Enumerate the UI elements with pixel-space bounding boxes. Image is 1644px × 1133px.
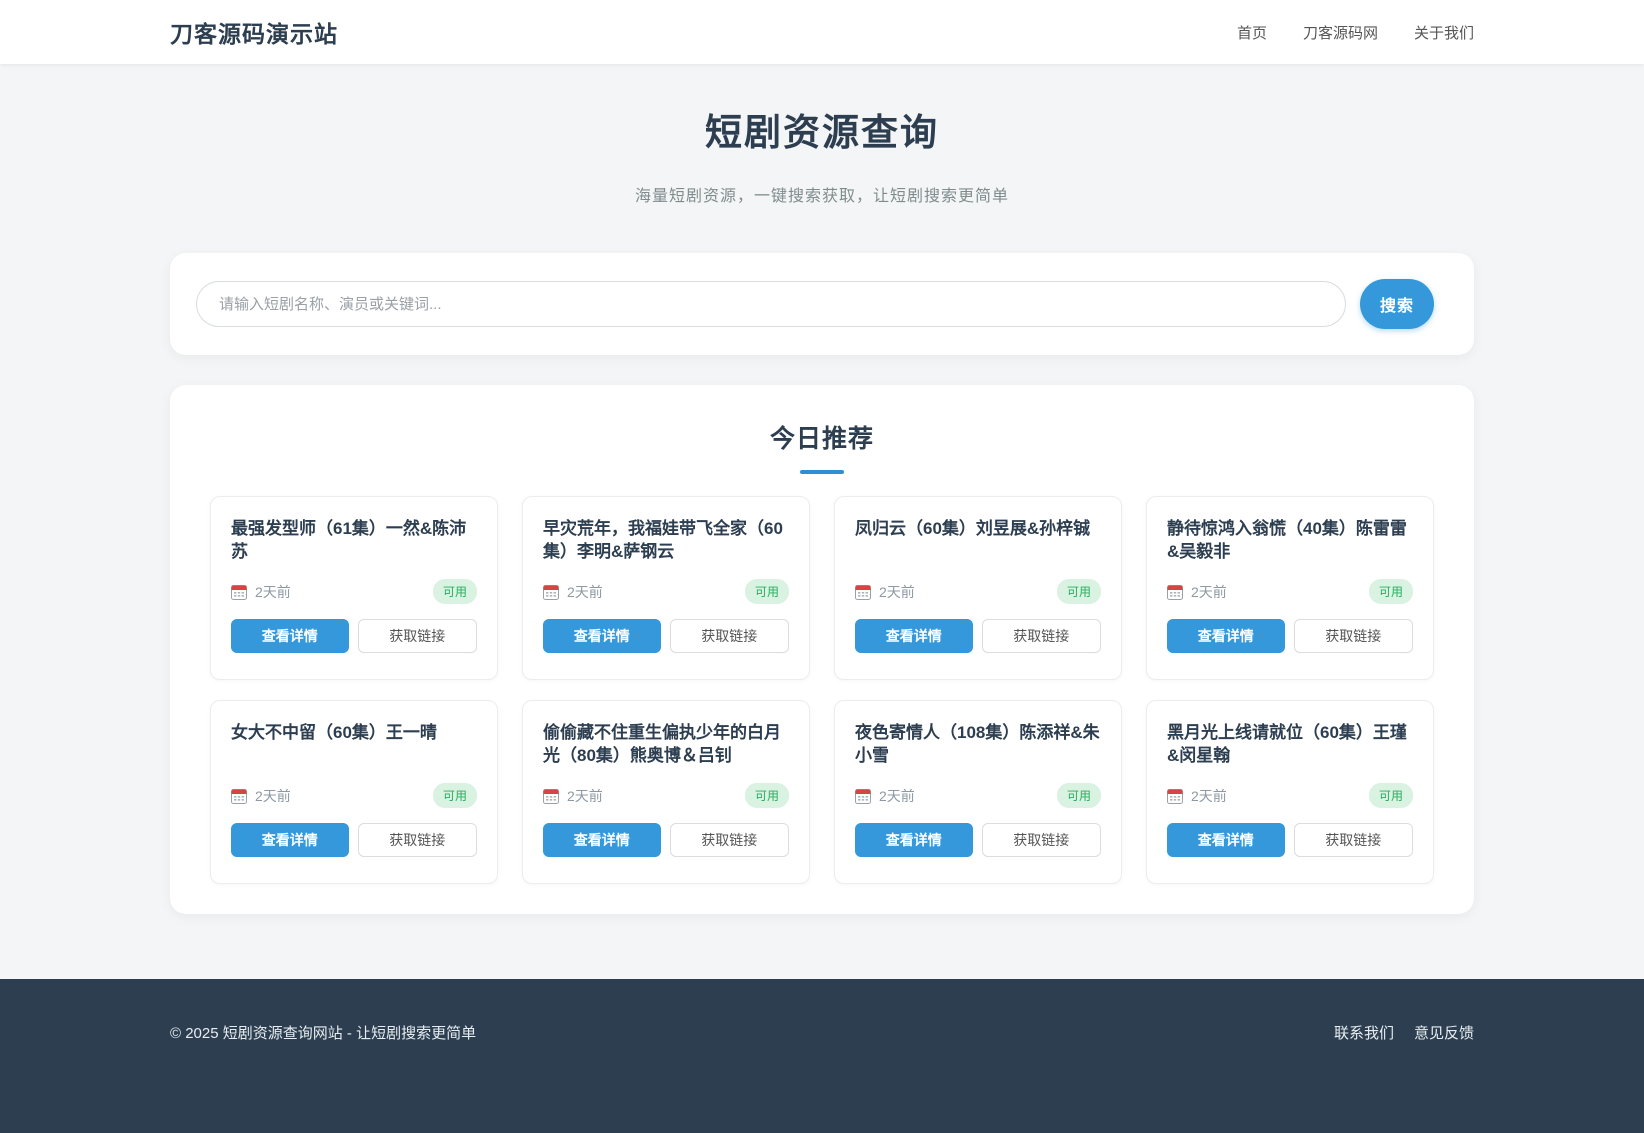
get-link-button[interactable]: 获取链接 <box>982 823 1102 857</box>
resource-meta-row: 2天前 可用 <box>231 579 477 604</box>
get-link-button[interactable]: 获取链接 <box>358 823 478 857</box>
resource-card: 静待惊鸿入翁慌（40集）陈雷雷&吴毅非 2天前 可用 查看详情 获取链接 <box>1146 496 1434 680</box>
resource-actions: 查看详情 获取链接 <box>543 619 789 653</box>
view-detail-button[interactable]: 查看详情 <box>231 619 349 653</box>
resource-card: 夜色寄情人（108集）陈添祥&朱小雪 2天前 可用 查看详情 获取链接 <box>834 700 1122 884</box>
recommend-title: 今日推荐 <box>210 419 1434 455</box>
resource-actions: 查看详情 获取链接 <box>543 823 789 857</box>
hero-section: 短剧资源查询 海量短剧资源，一键搜索获取，让短剧搜索更简单 <box>170 64 1474 206</box>
resource-meta-row: 2天前 可用 <box>855 579 1101 604</box>
resource-title: 静待惊鸿入翁慌（40集）陈雷雷&吴毅非 <box>1167 517 1413 563</box>
status-badge: 可用 <box>1369 579 1413 604</box>
resource-updated-time: 2天前 <box>879 582 915 602</box>
resource-actions: 查看详情 获取链接 <box>855 823 1101 857</box>
site-footer: © 2025 短剧资源查询网站 - 让短剧搜索更简单 联系我们 意见反馈 <box>0 979 1644 1133</box>
page-subtitle: 海量短剧资源，一键搜索获取，让短剧搜索更简单 <box>170 182 1474 206</box>
get-link-button[interactable]: 获取链接 <box>670 619 790 653</box>
view-detail-button[interactable]: 查看详情 <box>1167 823 1285 857</box>
resource-actions: 查看详情 获取链接 <box>855 619 1101 653</box>
footer-link-feedback[interactable]: 意见反馈 <box>1414 1022 1474 1043</box>
resource-card: 女大不中留（60集）王一晴 2天前 可用 查看详情 获取链接 <box>210 700 498 884</box>
nav-item-home[interactable]: 首页 <box>1237 22 1267 43</box>
resource-card: 早灾荒年，我福娃带飞全家（60集）李明&萨钢云 2天前 可用 查看详情 获取链接 <box>522 496 810 680</box>
resource-meta-row: 2天前 可用 <box>543 783 789 808</box>
resource-title: 偷偷藏不住重生偏执少年的白月光（80集）熊奥博＆吕钊 <box>543 721 789 767</box>
get-link-button[interactable]: 获取链接 <box>982 619 1102 653</box>
resource-meta-row: 2天前 可用 <box>1167 579 1413 604</box>
calendar-icon <box>1167 584 1183 600</box>
get-link-button[interactable]: 获取链接 <box>1294 823 1414 857</box>
resource-meta-row: 2天前 可用 <box>1167 783 1413 808</box>
view-detail-button[interactable]: 查看详情 <box>1167 619 1285 653</box>
calendar-icon <box>231 584 247 600</box>
status-badge: 可用 <box>433 783 477 808</box>
resource-title: 黑月光上线请就位（60集）王瑾&闵星翰 <box>1167 721 1413 767</box>
resource-title: 早灾荒年，我福娃带飞全家（60集）李明&萨钢云 <box>543 517 789 563</box>
view-detail-button[interactable]: 查看详情 <box>231 823 349 857</box>
nav-item-about[interactable]: 关于我们 <box>1414 22 1474 43</box>
resource-card-grid: 最强发型师（61集）一然&陈沛苏 2天前 可用 查看详情 获取链接 早灾荒年，我… <box>210 496 1434 884</box>
resource-meta-row: 2天前 可用 <box>543 579 789 604</box>
resource-card: 黑月光上线请就位（60集）王瑾&闵星翰 2天前 可用 查看详情 获取链接 <box>1146 700 1434 884</box>
view-detail-button[interactable]: 查看详情 <box>543 619 661 653</box>
resource-card: 最强发型师（61集）一然&陈沛苏 2天前 可用 查看详情 获取链接 <box>210 496 498 680</box>
view-detail-button[interactable]: 查看详情 <box>855 619 973 653</box>
resource-card: 凤归云（60集）刘昱展&孙梓铖 2天前 可用 查看详情 获取链接 <box>834 496 1122 680</box>
view-detail-button[interactable]: 查看详情 <box>855 823 973 857</box>
nav-item-daoke-source[interactable]: 刀客源码网 <box>1303 22 1378 43</box>
status-badge: 可用 <box>433 579 477 604</box>
status-badge: 可用 <box>745 579 789 604</box>
resource-updated-time: 2天前 <box>1191 582 1227 602</box>
resource-title: 最强发型师（61集）一然&陈沛苏 <box>231 517 477 563</box>
resource-updated-time: 2天前 <box>567 582 603 602</box>
title-underline-decoration <box>800 470 844 474</box>
resource-actions: 查看详情 获取链接 <box>231 619 477 653</box>
status-badge: 可用 <box>745 783 789 808</box>
calendar-icon <box>855 788 871 804</box>
site-brand[interactable]: 刀客源码演示站 <box>170 15 338 49</box>
status-badge: 可用 <box>1057 783 1101 808</box>
resource-updated-time: 2天前 <box>567 786 603 806</box>
calendar-icon <box>543 584 559 600</box>
recommend-panel: 今日推荐 最强发型师（61集）一然&陈沛苏 2天前 可用 查看详情 获取链接 早… <box>170 385 1474 914</box>
resource-actions: 查看详情 获取链接 <box>1167 823 1413 857</box>
resource-card: 偷偷藏不住重生偏执少年的白月光（80集）熊奥博＆吕钊 2天前 可用 查看详情 获… <box>522 700 810 884</box>
search-panel: 搜索 <box>170 253 1474 355</box>
resource-updated-time: 2天前 <box>255 786 291 806</box>
footer-links: 联系我们 意见反馈 <box>1334 1022 1474 1043</box>
resource-title: 夜色寄情人（108集）陈添祥&朱小雪 <box>855 721 1101 767</box>
resource-actions: 查看详情 获取链接 <box>231 823 477 857</box>
copyright-text: © 2025 短剧资源查询网站 - 让短剧搜索更简单 <box>170 1022 476 1043</box>
resource-updated-time: 2天前 <box>255 582 291 602</box>
calendar-icon <box>231 788 247 804</box>
get-link-button[interactable]: 获取链接 <box>670 823 790 857</box>
resource-updated-time: 2天前 <box>879 786 915 806</box>
resource-meta-row: 2天前 可用 <box>855 783 1101 808</box>
calendar-icon <box>855 584 871 600</box>
view-detail-button[interactable]: 查看详情 <box>543 823 661 857</box>
resource-meta-row: 2天前 可用 <box>231 783 477 808</box>
site-header: 刀客源码演示站 首页 刀客源码网 关于我们 <box>0 0 1644 64</box>
resource-updated-time: 2天前 <box>1191 786 1227 806</box>
search-input[interactable] <box>196 281 1346 327</box>
get-link-button[interactable]: 获取链接 <box>358 619 478 653</box>
search-button[interactable]: 搜索 <box>1360 279 1434 329</box>
status-badge: 可用 <box>1369 783 1413 808</box>
footer-link-contact[interactable]: 联系我们 <box>1334 1022 1394 1043</box>
main-nav: 首页 刀客源码网 关于我们 <box>1237 22 1474 43</box>
page-title: 短剧资源查询 <box>170 102 1474 156</box>
resource-actions: 查看详情 获取链接 <box>1167 619 1413 653</box>
resource-title: 女大不中留（60集）王一晴 <box>231 721 477 767</box>
get-link-button[interactable]: 获取链接 <box>1294 619 1414 653</box>
resource-title: 凤归云（60集）刘昱展&孙梓铖 <box>855 517 1101 563</box>
calendar-icon <box>1167 788 1183 804</box>
calendar-icon <box>543 788 559 804</box>
status-badge: 可用 <box>1057 579 1101 604</box>
